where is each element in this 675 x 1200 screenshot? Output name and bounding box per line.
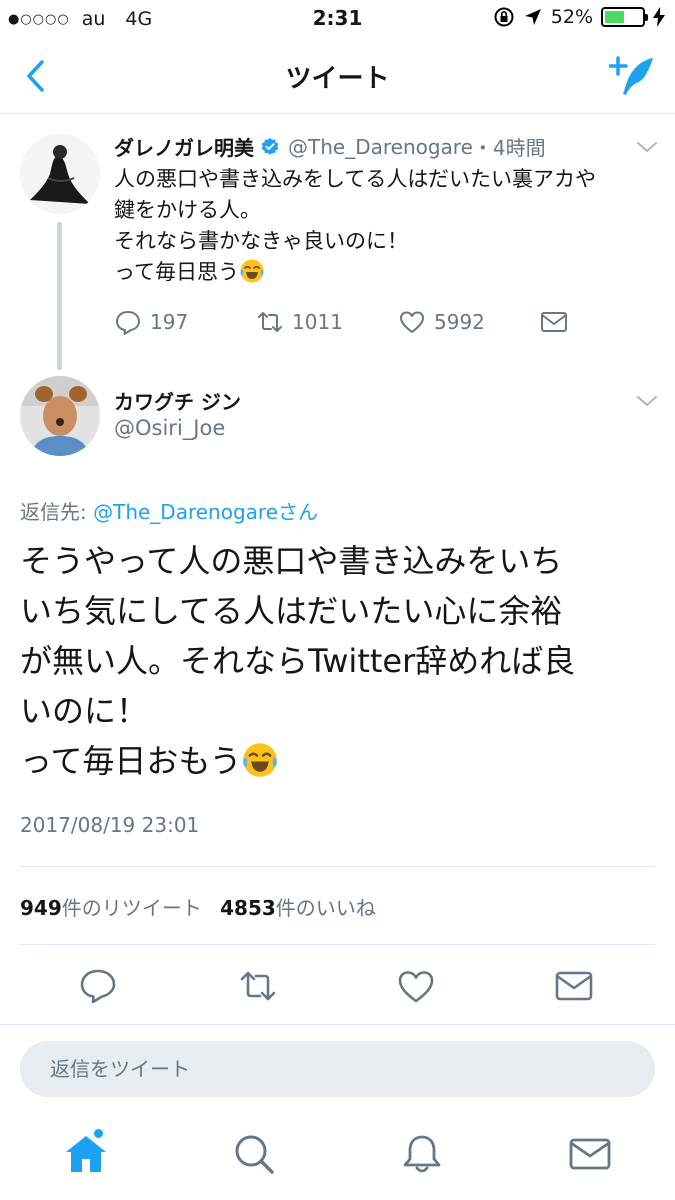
tweet-age: ・4時間 xyxy=(472,136,546,160)
charging-bolt-icon xyxy=(653,7,665,27)
compose-tweet-icon[interactable] xyxy=(609,54,657,98)
thread-connector-line xyxy=(57,222,62,370)
unread-indicator-dot xyxy=(94,1129,103,1138)
avatar[interactable] xyxy=(20,134,100,214)
replying-to-suffix: さん xyxy=(278,500,319,524)
tweet-line: 人の悪口や書き込みをしてる人はだいたい裏アカや xyxy=(114,167,596,191)
envelope-icon xyxy=(541,312,567,332)
retweet-icon xyxy=(258,312,282,332)
user-handle[interactable]: @Osiri_Joe xyxy=(114,416,225,440)
reply-input[interactable] xyxy=(20,1041,655,1097)
battery-fill xyxy=(605,11,624,23)
heart-icon xyxy=(400,311,424,333)
retweet-icon[interactable] xyxy=(238,966,278,1006)
navigation-bar: ツイート xyxy=(0,38,675,114)
tweet-line: って毎日思う xyxy=(114,260,239,284)
like-stat[interactable]: 4853件のいいね xyxy=(220,896,376,920)
tweet-stats: 949件のリツイート 4853件のいいね xyxy=(20,892,376,921)
tweet-line: いち気にしてる人はだいたい心に余裕 xyxy=(20,592,563,630)
parent-tweet-actions: 197 1011 5992 xyxy=(114,308,594,342)
display-name[interactable]: ダレノガレ明美 xyxy=(114,132,254,161)
tweet-line: って毎日おもう xyxy=(20,742,242,780)
reply-action[interactable]: 197 xyxy=(114,308,188,336)
reply-icon xyxy=(116,311,140,335)
display-name[interactable]: カワグチ ジン xyxy=(114,386,241,415)
dm-action[interactable] xyxy=(540,308,576,336)
tears-of-joy-emoji-icon xyxy=(243,743,278,777)
divider xyxy=(20,866,655,867)
battery-percent: 52% xyxy=(550,6,593,28)
retweet-stat-count: 949 xyxy=(20,896,62,920)
retweet-action[interactable]: 1011 xyxy=(256,308,343,336)
tweet-text: 人の悪口や書き込みをしてる人はだいたい裏アカや 鍵をかける人。 それなら書かなき… xyxy=(114,164,654,288)
parent-tweet-header: ダレノガレ明美 @The_Darenogare ・4時間 xyxy=(114,132,546,161)
reply-icon[interactable] xyxy=(78,966,118,1006)
notifications-icon[interactable] xyxy=(400,1132,444,1176)
heart-icon[interactable] xyxy=(396,966,436,1006)
chevron-down-icon[interactable] xyxy=(636,140,658,154)
user-handle[interactable]: @The_Darenogare xyxy=(288,135,473,159)
divider xyxy=(20,944,655,945)
replying-to-prefix: 返信先: xyxy=(20,500,94,524)
status-bar: ●○○○○ au 4G 2:31 52% xyxy=(0,0,675,38)
replying-to: 返信先: @The_Darenogareさん xyxy=(20,496,318,525)
tweet-line: 鍵をかける人。 xyxy=(114,198,261,222)
verified-badge-icon xyxy=(261,137,279,155)
like-action[interactable]: 5992 xyxy=(398,308,485,336)
tweet-text: そうやって人の悪口や書き込みをいち いち気にしてる人はだいたい心に余裕 が無い人… xyxy=(20,536,660,786)
tweet-timestamp: 2017/08/19 23:01 xyxy=(20,813,200,837)
tweet-line: そうやって人の悪口や書き込みをいち xyxy=(20,542,563,580)
envelope-icon[interactable] xyxy=(554,966,594,1006)
location-arrow-icon xyxy=(524,9,541,25)
status-right: 52% xyxy=(485,6,665,28)
home-icon[interactable] xyxy=(64,1132,108,1176)
tears-of-joy-emoji-icon xyxy=(240,259,264,283)
replying-to-mention[interactable]: @The_Darenogare xyxy=(93,500,278,524)
retweet-count: 1011 xyxy=(292,310,343,334)
search-icon[interactable] xyxy=(232,1132,276,1176)
avatar-photo xyxy=(20,134,100,214)
tab-bar xyxy=(0,1114,675,1200)
rotation-lock-icon xyxy=(494,7,514,27)
like-count: 5992 xyxy=(434,310,485,334)
reply-count: 197 xyxy=(150,310,189,334)
avatar-photo xyxy=(20,376,100,456)
like-stat-label: 件のいいね xyxy=(275,896,376,920)
messages-icon[interactable] xyxy=(568,1132,612,1176)
reply-composer-bar xyxy=(0,1024,675,1114)
like-stat-count: 4853 xyxy=(220,896,276,920)
tweet-line: いのに！ xyxy=(20,692,149,730)
retweet-stat-label: 件のリツイート xyxy=(61,896,202,920)
chevron-down-icon[interactable] xyxy=(636,394,658,408)
retweet-stat[interactable]: 949件のリツイート xyxy=(20,896,202,920)
battery-icon xyxy=(601,7,648,27)
tweet-line: が無い人。それならTwitter辞めれば良 xyxy=(20,642,576,680)
avatar[interactable] xyxy=(20,376,100,456)
page-title: ツイート xyxy=(285,64,390,94)
tweet-line: それなら書かなきゃ良いのに！ xyxy=(114,229,408,253)
focused-tweet-actions xyxy=(0,966,675,1006)
